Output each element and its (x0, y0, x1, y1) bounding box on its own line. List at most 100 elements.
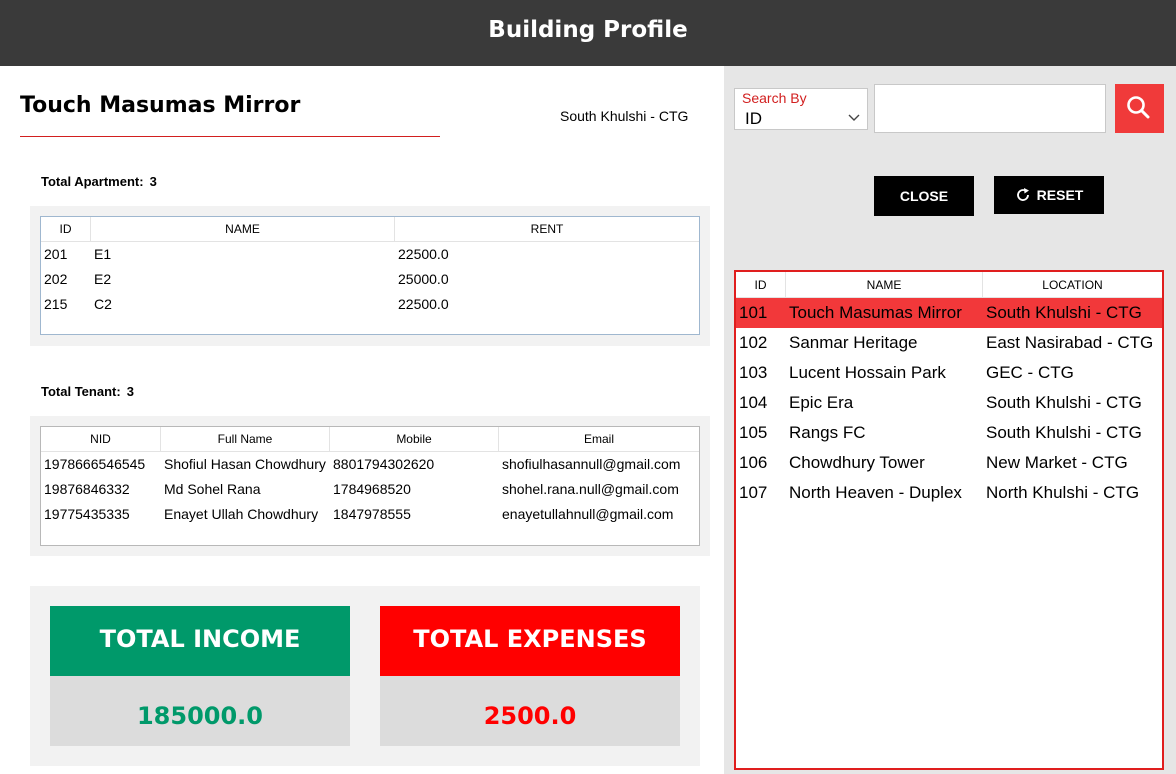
reset-button[interactable]: RESET (994, 176, 1104, 214)
table-row[interactable]: 202 E2 25000.0 (41, 267, 699, 292)
column-header-nid[interactable]: NID (41, 427, 161, 451)
tenant-table[interactable]: NID Full Name Mobile Email 1978666546545… (40, 426, 700, 546)
building-row-selected[interactable]: 101 Touch Masumas Mirror South Khulshi -… (736, 298, 1162, 328)
column-header-location[interactable]: LOCATION (983, 272, 1162, 297)
cell-full-name: Shofiul Hasan Chowdhury (164, 456, 326, 472)
cell-location: North Khulshi - CTG (986, 483, 1140, 502)
cell-email: shofiulhasannull@gmail.com (502, 456, 681, 472)
column-header-full-name[interactable]: Full Name (161, 427, 330, 451)
cell-id: 106 (739, 453, 768, 472)
cell-rent: 25000.0 (398, 271, 449, 287)
cell-location: East Nasirabad - CTG (986, 333, 1154, 352)
cell-location: South Khulshi - CTG (986, 303, 1142, 322)
search-input[interactable] (874, 84, 1106, 133)
chevron-down-icon (848, 114, 860, 121)
tenant-table-header: NID Full Name Mobile Email (41, 427, 699, 452)
cell-full-name: Enayet Ullah Chowdhury (164, 506, 319, 522)
apartment-table-header: ID NAME RENT (41, 217, 699, 242)
cell-rent: 22500.0 (398, 296, 449, 312)
column-header-rent[interactable]: RENT (395, 217, 699, 241)
cell-location: South Khulshi - CTG (986, 423, 1142, 442)
building-row[interactable]: 105 Rangs FC South Khulshi - CTG (736, 418, 1162, 448)
search-by-selected: ID (745, 109, 762, 128)
window-title: Building Profile (488, 17, 688, 43)
apartment-count-label: Total Apartment: (41, 174, 144, 189)
column-header-email[interactable]: Email (499, 427, 699, 451)
cell-email: shohel.rana.null@gmail.com (502, 481, 679, 497)
cell-location: GEC - CTG (986, 363, 1074, 382)
cell-nid: 19876846332 (44, 481, 130, 497)
building-list[interactable]: ID NAME LOCATION 101 Touch Masumas Mirro… (734, 270, 1164, 770)
title-bar: Building Profile (0, 0, 1176, 66)
cell-name: E1 (94, 246, 112, 262)
tenant-count-value: 3 (126, 384, 134, 399)
building-location: South Khulshi - CTG (560, 108, 689, 124)
cell-id: 202 (44, 271, 68, 287)
cell-name: Epic Era (789, 393, 854, 412)
building-row[interactable]: 106 Chowdhury Tower New Market - CTG (736, 448, 1162, 478)
table-row[interactable]: 215 C2 22500.0 (41, 292, 699, 317)
building-profile-panel: Touch Masumas Mirror South Khulshi - CTG… (0, 66, 724, 774)
table-row[interactable]: 19876846332 Md Sohel Rana 1784968520 sho… (41, 477, 699, 502)
column-header-mobile[interactable]: Mobile (330, 427, 499, 451)
cell-nid: 19775435335 (44, 506, 130, 522)
tenant-count-label: Total Tenant: (41, 384, 121, 399)
cell-name: Rangs FC (789, 423, 866, 442)
table-row[interactable]: 19775435335 Enayet Ullah Chowdhury 18479… (41, 502, 699, 527)
cell-id: 103 (739, 363, 768, 382)
tenant-count-caption: Total Tenant: 3 (41, 384, 134, 399)
expenses-value: 2500.0 (380, 676, 680, 746)
cell-name: Chowdhury Tower (789, 453, 925, 472)
income-card: TOTAL INCOME 185000.0 (50, 606, 350, 746)
search-panel: Search By ID CLOSE RESET ID NAME LOCATIO… (724, 66, 1176, 774)
cell-rent: 22500.0 (398, 246, 449, 262)
table-row[interactable]: 201 E1 22500.0 (41, 242, 699, 267)
cell-full-name: Md Sohel Rana (164, 481, 261, 497)
cell-id: 105 (739, 423, 768, 442)
reset-label: RESET (1036, 187, 1084, 203)
cell-location: South Khulshi - CTG (986, 393, 1142, 412)
search-by-label: Search By (742, 90, 807, 106)
cell-name: Lucent Hossain Park (789, 363, 946, 382)
search-by-dropdown[interactable]: Search By ID (734, 88, 868, 130)
building-list-header: ID NAME LOCATION (736, 272, 1162, 298)
cell-id: 102 (739, 333, 768, 352)
income-value: 185000.0 (50, 676, 350, 746)
cell-mobile: 1847978555 (333, 506, 411, 522)
cell-id: 201 (44, 246, 68, 262)
cell-name: Touch Masumas Mirror (789, 303, 962, 322)
cell-mobile: 8801794302620 (333, 456, 435, 472)
cell-location: New Market - CTG (986, 453, 1128, 472)
apartment-count-value: 3 (149, 174, 157, 189)
table-row[interactable]: 1978666546545 Shofiul Hasan Chowdhury 88… (41, 452, 699, 477)
cell-name: E2 (94, 271, 112, 287)
apartment-count-caption: Total Apartment: 3 (41, 174, 157, 189)
cell-id: 101 (739, 303, 768, 322)
column-header-id[interactable]: ID (736, 272, 786, 297)
search-icon (1127, 96, 1150, 119)
title-underline (20, 136, 440, 137)
column-header-id[interactable]: ID (41, 217, 91, 241)
column-header-name[interactable]: NAME (786, 272, 983, 297)
building-row[interactable]: 102 Sanmar Heritage East Nasirabad - CTG (736, 328, 1162, 358)
income-label: TOTAL INCOME (50, 606, 350, 676)
cell-id: 104 (739, 393, 768, 412)
column-header-name[interactable]: NAME (91, 217, 395, 241)
cell-email: enayetullahnull@gmail.com (502, 506, 674, 522)
apartment-table[interactable]: ID NAME RENT 201 E1 22500.0 202 E2 25000… (40, 216, 700, 335)
building-row[interactable]: 107 North Heaven - Duplex North Khulshi … (736, 478, 1162, 508)
search-button[interactable] (1115, 84, 1164, 133)
expenses-card: TOTAL EXPENSES 2500.0 (380, 606, 680, 746)
cell-name: C2 (94, 296, 112, 312)
building-row[interactable]: 103 Lucent Hossain Park GEC - CTG (736, 358, 1162, 388)
building-row[interactable]: 104 Epic Era South Khulshi - CTG (736, 388, 1162, 418)
cell-id: 107 (739, 483, 768, 502)
expenses-label: TOTAL EXPENSES (380, 606, 680, 676)
cell-nid: 1978666546545 (44, 456, 146, 472)
building-name: Touch Masumas Mirror (20, 93, 301, 118)
cell-name: Sanmar Heritage (789, 333, 918, 352)
cell-name: North Heaven - Duplex (789, 483, 962, 502)
close-button[interactable]: CLOSE (874, 176, 974, 216)
cell-mobile: 1784968520 (333, 481, 411, 497)
refresh-icon (1016, 188, 1029, 201)
